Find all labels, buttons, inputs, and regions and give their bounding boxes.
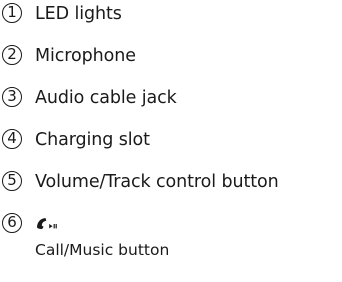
phone-play-pause-icon [37, 218, 57, 230]
legend-item-call-music-button: 6 Call/Music button [2, 213, 338, 259]
item-label: LED lights [35, 4, 122, 24]
circled-number-3: 3 [2, 87, 22, 107]
item-label: Audio cable jack [35, 88, 177, 108]
item-description: Call/Music button [35, 241, 170, 259]
circled-number-6: 6 [2, 213, 22, 233]
item-label: Microphone [35, 46, 136, 66]
item-label: Volume/Track control button [35, 172, 279, 192]
legend-item-charging-slot: 4 Charging slot [2, 129, 338, 153]
circled-number-4: 4 [2, 129, 22, 149]
item-label: Charging slot [35, 130, 150, 150]
circled-number-2: 2 [2, 45, 22, 65]
legend-item-microphone: 2 Microphone [2, 45, 338, 69]
circled-number-1: 1 [2, 3, 22, 23]
legend-item-volume-track-button: 5 Volume/Track control button [2, 171, 338, 195]
legend-item-audio-cable-jack: 3 Audio cable jack [2, 87, 338, 111]
parts-legend: 1 LED lights 2 Microphone 3 Audio cable … [2, 3, 338, 259]
legend-item-led-lights: 1 LED lights [2, 3, 338, 27]
circled-number-5: 5 [2, 171, 22, 191]
